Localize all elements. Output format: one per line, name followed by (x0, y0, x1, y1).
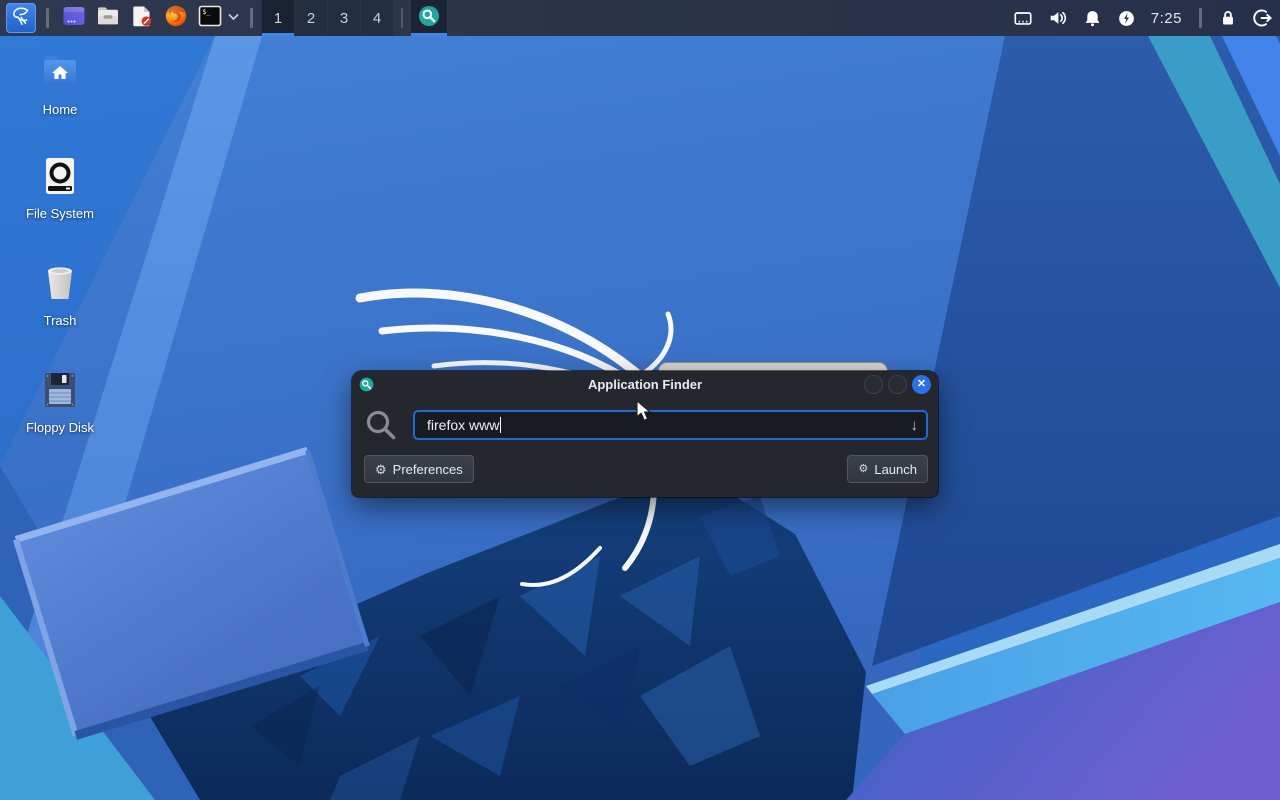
close-button[interactable]: ✕ (912, 375, 931, 394)
combo-down-arrow-icon[interactable]: ↓ (911, 417, 919, 434)
web-browser-launcher[interactable] (161, 3, 191, 33)
workspace-button-2[interactable]: 2 (294, 0, 327, 36)
panel-separator (250, 8, 253, 28)
folder-icon (95, 3, 121, 34)
desktop-icon-floppy-disk[interactable]: Floppy Disk (8, 368, 112, 435)
desktop-icon-label: Home (42, 102, 78, 117)
panel-separator (1199, 8, 1202, 28)
search-icon (364, 408, 398, 442)
chevron-down-icon (227, 9, 240, 27)
titlebar[interactable]: Application Finder ✕ (352, 371, 938, 398)
window-title: Application Finder (587, 377, 703, 392)
terminal-icon: $_ (197, 3, 223, 34)
purple-window-icon (61, 3, 87, 34)
volume-icon[interactable] (1048, 8, 1068, 28)
workspace-label: 4 (372, 9, 382, 27)
preferences-button-label: Preferences (392, 461, 463, 477)
desktop: Home File System Trash Floppy Disk Appli… (0, 36, 1280, 800)
desktop-icon-label: Floppy Disk (26, 420, 94, 435)
workspace-button-4[interactable]: 4 (360, 0, 393, 36)
workspace-label: 2 (306, 9, 316, 27)
workspace-button-1[interactable]: 1 (261, 0, 294, 36)
maximize-button[interactable] (888, 375, 907, 394)
firefox-icon (163, 3, 189, 34)
terminal-launcher[interactable]: $_ (195, 3, 225, 33)
gear-icon: ⚙ (375, 461, 387, 477)
preferences-button[interactable]: ⚙ Preferences (364, 455, 474, 483)
launch-button-label: Launch (874, 461, 917, 477)
minimize-button[interactable] (864, 375, 883, 394)
workspace-button-3[interactable]: 3 (327, 0, 360, 36)
home-folder-icon (8, 50, 112, 94)
desktop-icon-label: File System (26, 206, 94, 221)
network-icon[interactable] (1013, 8, 1033, 28)
top-panel: $_ 1 2 3 4 7:25 (0, 0, 1280, 36)
notifications-icon[interactable] (1083, 9, 1102, 28)
trash-icon (8, 261, 112, 305)
panel-separator (46, 8, 49, 28)
taskbar-app-finder-button[interactable] (411, 0, 447, 36)
kali-logo-icon (9, 4, 33, 33)
file-manager-launcher[interactable] (93, 3, 123, 33)
app-finder-icon (417, 4, 441, 33)
desktop-icon-file-system[interactable]: File System (8, 154, 112, 221)
kali-menu-button[interactable] (6, 3, 36, 33)
filesystem-drive-icon (8, 154, 112, 198)
workspace-label: 3 (339, 9, 349, 27)
desktop-icon-label: Trash (43, 313, 77, 328)
mouse-cursor (636, 400, 656, 427)
close-icon: ✕ (916, 378, 927, 390)
document-edit-icon (129, 3, 155, 34)
terminal-dropdown-button[interactable] (227, 9, 240, 27)
search-input-value: firefox www (427, 417, 500, 433)
search-input[interactable]: firefox www ↓ (413, 410, 928, 440)
panel-separator (401, 8, 403, 28)
svg-text:$_: $_ (202, 8, 211, 16)
launch-button[interactable]: ⚙ Launch (847, 455, 928, 483)
text-editor-launcher[interactable] (127, 3, 157, 33)
lock-icon[interactable] (1219, 9, 1237, 27)
launch-gear-icon: ⚙ (858, 462, 869, 475)
power-manager-icon[interactable] (1117, 9, 1136, 28)
desktop-icon-home[interactable]: Home (8, 50, 112, 117)
floppy-disk-icon (8, 368, 112, 412)
desktop-icon-trash[interactable]: Trash (8, 261, 112, 328)
app-window-launcher[interactable] (59, 3, 89, 33)
panel-clock[interactable]: 7:25 (1151, 10, 1182, 27)
text-caret (500, 417, 502, 433)
application-finder-window: Application Finder ✕ firefox www ↓ ⚙ Pre… (352, 371, 938, 497)
workspace-switcher: 1 2 3 4 (261, 0, 393, 36)
logout-icon[interactable] (1252, 8, 1272, 28)
workspace-label: 1 (273, 9, 283, 27)
